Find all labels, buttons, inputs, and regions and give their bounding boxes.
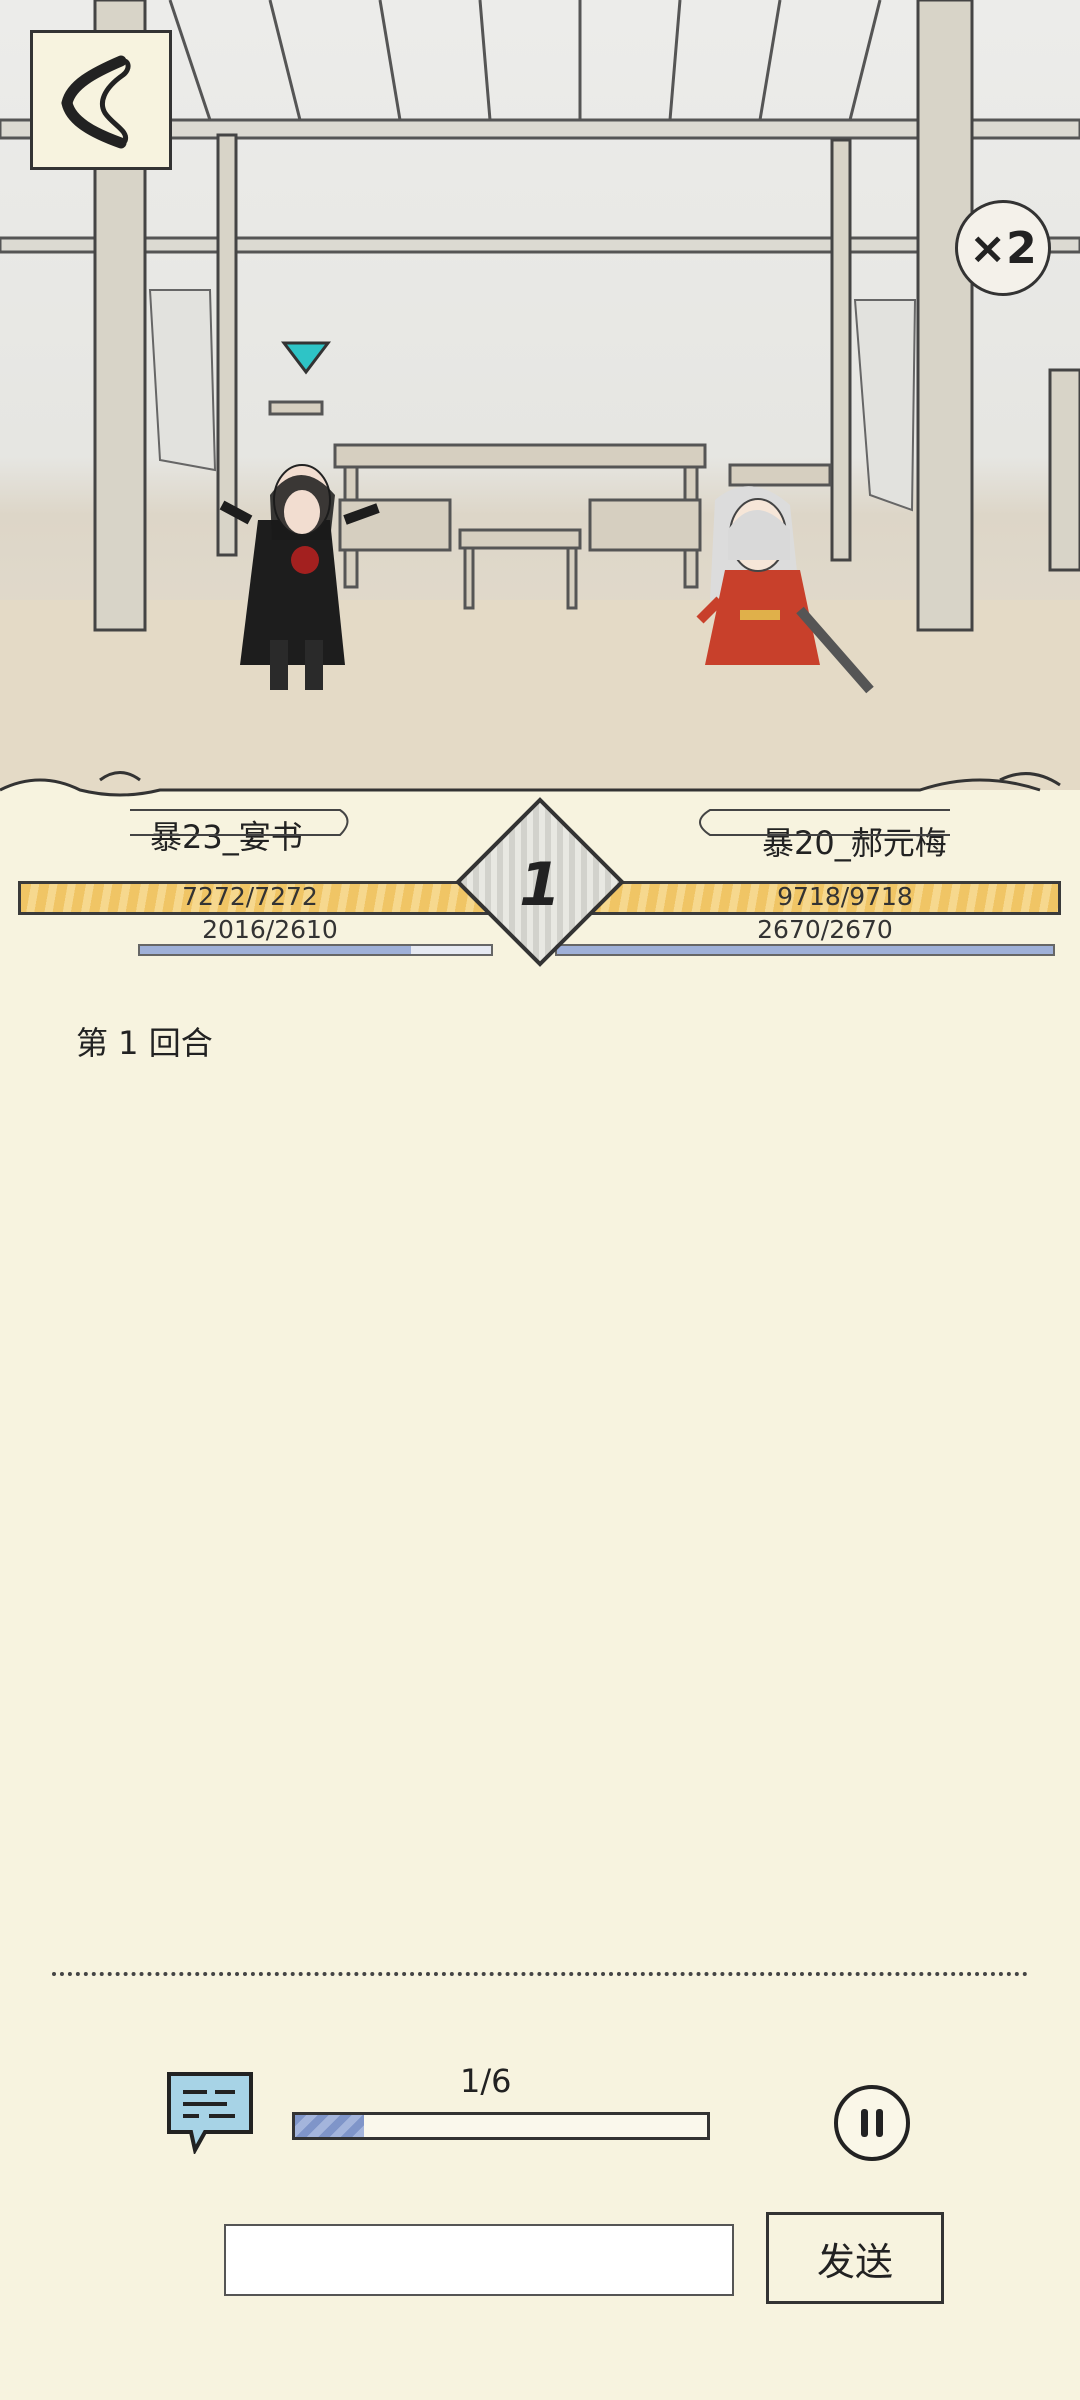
send-button[interactable]: 发送 xyxy=(766,2212,944,2304)
back-button[interactable] xyxy=(30,30,172,170)
round-number: 1 xyxy=(519,850,561,920)
right-hp-text: 9718/9718 xyxy=(777,882,913,911)
left-hp-text: 7272/7272 xyxy=(182,882,318,911)
speed-label: ×2 xyxy=(969,222,1037,274)
battle-scene: ×2 xyxy=(0,0,1080,830)
battle-log-line: 第 1 回合 xyxy=(76,1024,213,1062)
turn-indicator-icon xyxy=(280,341,332,375)
pause-icon-bar xyxy=(876,2109,883,2137)
back-arrow-icon xyxy=(61,55,131,149)
left-mp-text: 2016/2610 xyxy=(202,915,338,944)
right-mp-text: 2670/2670 xyxy=(757,915,893,944)
chat-bubble-icon xyxy=(167,2072,253,2156)
chat-input[interactable] xyxy=(224,2224,734,2296)
pause-button[interactable] xyxy=(834,2085,910,2161)
chat-button[interactable] xyxy=(165,2070,255,2156)
right-mp-bar xyxy=(555,944,1055,956)
playback-progress-label: 1/6 xyxy=(460,2062,512,2100)
speed-button[interactable]: ×2 xyxy=(955,200,1051,296)
playback-progress-fill xyxy=(295,2115,364,2137)
left-mp-bar xyxy=(138,944,493,956)
playback-progress-bar xyxy=(292,2112,710,2140)
log-divider xyxy=(52,1972,1028,1976)
pause-icon xyxy=(861,2109,868,2137)
